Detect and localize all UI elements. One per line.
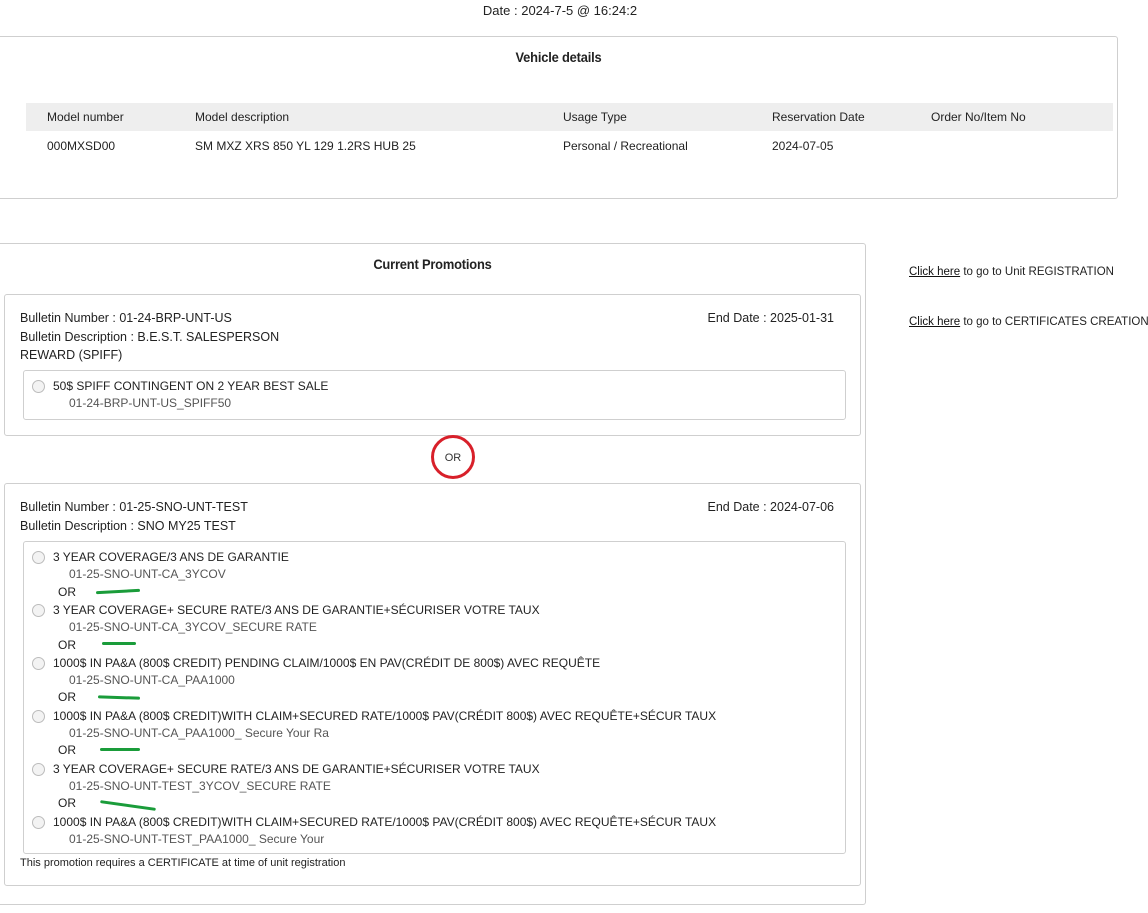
promotion-options: 3 YEAR COVERAGE/3 ANS DE GARANTIE 01-25-… [23,541,846,854]
column-header-reservation-date: Reservation Date [772,110,865,124]
option-title: 3 YEAR COVERAGE/3 ANS DE GARANTIE [53,550,289,564]
option-title: 3 YEAR COVERAGE+ SECURE RATE/3 ANS DE GA… [53,762,540,776]
or-label: OR [58,638,76,652]
certificates-creation-link[interactable]: Click here [909,316,960,328]
option-title: 50$ SPIFF CONTINGENT ON 2 YEAR BEST SALE [53,379,329,393]
unit-registration-text: to go to Unit REGISTRATION [960,266,1114,278]
option-radio[interactable] [32,816,45,829]
column-header-model-number: Model number [47,110,124,124]
annotation-underline [97,695,141,700]
bulletin-card-1: Bulletin Number : 01-24-BRP-UNT-US Bulle… [4,294,861,436]
column-header-order-no: Order No/Item No [931,110,1026,124]
date-stamp: Date : 2024-7-5 @ 16:24:2 [482,3,638,18]
certificates-creation-text: to go to CERTIFICATES CREATION [960,316,1148,328]
option-code: 01-25-SNO-UNT-CA_3YCOV [69,567,226,581]
option-radio[interactable] [32,710,45,723]
annotation-underline [100,800,156,811]
annotation-underline [102,642,136,645]
certificate-note: This promotion requires a CERTIFICATE at… [20,857,346,869]
or-label: OR [58,796,76,810]
bulletin-number: Bulletin Number : 01-24-BRP-UNT-US [20,311,232,325]
unit-registration-link-row: Click here to go to Unit REGISTRATION [909,266,1114,278]
option-code: 01-25-SNO-UNT-CA_3YCOV_SECURE RATE [69,620,317,634]
bulletin-description: Bulletin Description : B.E.S.T. SALESPER… [20,330,280,344]
or-separator: OR [444,452,462,464]
option-code: 01-24-BRP-UNT-US_SPIFF50 [69,396,232,410]
vehicle-details-panel: Vehicle details Model number Model descr… [0,36,1118,199]
option-radio[interactable] [32,380,45,393]
column-header-usage-type: Usage Type [563,110,627,124]
cell-model-number: 000MXSD00 [47,139,116,153]
bulletin-description: Bulletin Description : SNO MY25 TEST [20,519,236,533]
or-label: OR [58,585,76,599]
bulletin-end-date: End Date : 2025-01-31 [707,311,834,325]
current-promotions-panel: Current Promotions Bulletin Number : 01-… [0,243,866,905]
annotation-underline [95,588,141,595]
option-radio[interactable] [32,604,45,617]
option-code: 01-25-SNO-UNT-TEST_PAA1000_ Secure Your [69,832,325,846]
option-title: 1000$ IN PA&A (800$ CREDIT)WITH CLAIM+SE… [53,815,717,829]
option-title: 3 YEAR COVERAGE+ SECURE RATE/3 ANS DE GA… [53,603,540,617]
cell-reservation-date: 2024-07-05 [772,139,834,153]
or-label: OR [58,743,76,757]
bulletin-end-date: End Date : 2024-07-06 [707,500,834,514]
or-annotation-circle: OR [431,435,475,479]
vehicle-details-title: Vehicle details [515,49,602,65]
column-header-model-description: Model description [195,110,290,124]
current-promotions-title: Current Promotions [373,256,492,272]
cell-usage-type: Personal / Recreational [563,139,688,153]
bulletin-description-cont: REWARD (SPIFF) [20,348,123,362]
option-code: 01-25-SNO-UNT-TEST_3YCOV_SECURE RATE [69,779,331,793]
option-radio[interactable] [32,763,45,776]
option-code: 01-25-SNO-UNT-CA_PAA1000_ Secure Your Ra [69,726,329,740]
option-code: 01-25-SNO-UNT-CA_PAA1000 [69,673,235,687]
promotion-options: 50$ SPIFF CONTINGENT ON 2 YEAR BEST SALE… [23,370,846,420]
option-title: 1000$ IN PA&A (800$ CREDIT)WITH CLAIM+SE… [53,709,717,723]
option-radio[interactable] [32,551,45,564]
bulletin-number: Bulletin Number : 01-25-SNO-UNT-TEST [20,500,248,514]
option-radio[interactable] [32,657,45,670]
cell-model-description: SM MXZ XRS 850 YL 129 1.2RS HUB 25 [195,139,416,153]
annotation-underline [100,748,140,751]
certificates-creation-link-row: Click here to go to CERTIFICATES CREATIO… [909,316,1148,328]
or-label: OR [58,690,76,704]
option-title: 1000$ IN PA&A (800$ CREDIT) PENDING CLAI… [53,656,601,670]
bulletin-card-2: Bulletin Number : 01-25-SNO-UNT-TEST Bul… [4,483,861,886]
unit-registration-link[interactable]: Click here [909,266,960,278]
